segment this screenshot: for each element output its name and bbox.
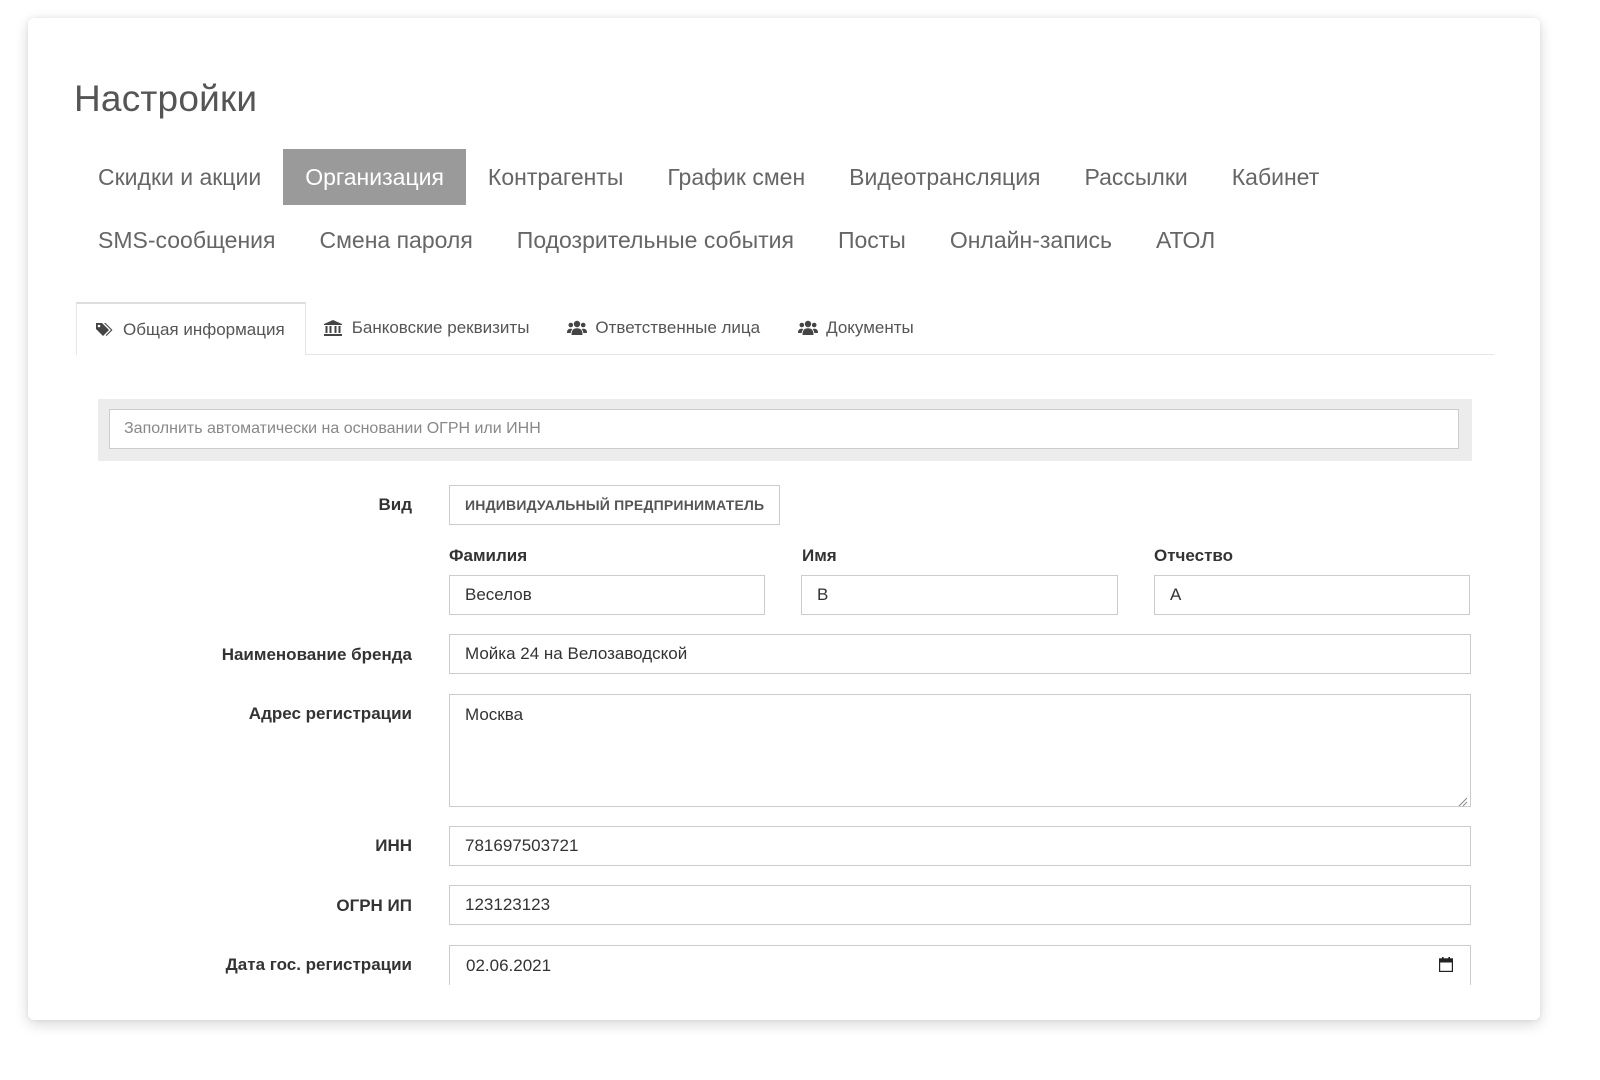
- resize-grip-icon[interactable]: [1458, 797, 1468, 807]
- reg-date-label: Дата гос. регистрации: [225, 955, 412, 974]
- tab-documents-label: Документы: [826, 318, 914, 337]
- ogrn-label: ОГРН ИП: [336, 896, 412, 915]
- organization-subtabs: Общая информация Банковские реквизиты От…: [76, 302, 1494, 355]
- nav-item-video-stream[interactable]: Видеотрансляция: [827, 149, 1062, 205]
- patronymic-field[interactable]: [1154, 575, 1470, 615]
- tab-responsible-persons-label: Ответственные лица: [595, 318, 761, 337]
- nav-item-cabinet[interactable]: Кабинет: [1210, 149, 1341, 205]
- brand-label: Наименование бренда: [221, 645, 412, 664]
- nav-item-posts[interactable]: Посты: [816, 212, 928, 268]
- nav-item-discounts[interactable]: Скидки и акции: [76, 149, 283, 205]
- autofill-panel: [98, 399, 1472, 461]
- tab-general-info[interactable]: Общая информация: [76, 302, 306, 355]
- brand-name-field[interactable]: [449, 634, 1471, 674]
- nav-item-counterparties[interactable]: Контрагенты: [466, 149, 645, 205]
- reg-date-field[interactable]: 02.06.2021: [449, 945, 1471, 985]
- name-field[interactable]: [801, 575, 1118, 615]
- tab-bank-details-label: Банковские реквизиты: [351, 318, 530, 337]
- tab-responsible-persons[interactable]: Ответственные лица: [549, 302, 780, 354]
- autofill-search-input[interactable]: [109, 409, 1459, 449]
- settings-nav-row-2: SMS-сообщения Смена пароля Подозрительны…: [76, 212, 1376, 268]
- nav-item-change-password[interactable]: Смена пароля: [297, 212, 494, 268]
- settings-nav: Скидки и акции Организация Контрагенты Г…: [76, 149, 1376, 275]
- address-label: Адрес регистрации: [248, 704, 412, 723]
- nav-item-suspicious-events[interactable]: Подозрительные события: [495, 212, 816, 268]
- nav-item-sms[interactable]: SMS-сообщения: [76, 212, 297, 268]
- nav-item-mailings[interactable]: Рассылки: [1063, 149, 1210, 205]
- tags-icon: [95, 322, 113, 338]
- ogrn-field[interactable]: [449, 885, 1471, 925]
- users-icon: [798, 320, 819, 336]
- calendar-icon[interactable]: [1439, 957, 1453, 972]
- tab-bank-details[interactable]: Банковские реквизиты: [306, 302, 550, 354]
- reg-date-value[interactable]: 02.06.2021: [449, 945, 1471, 985]
- nav-item-online-booking[interactable]: Онлайн-запись: [928, 212, 1134, 268]
- nav-item-organization[interactable]: Организация: [283, 149, 466, 205]
- nav-item-atol[interactable]: АТОЛ: [1134, 212, 1237, 268]
- surname-field[interactable]: [449, 575, 765, 615]
- surname-label: Фамилия: [449, 546, 528, 565]
- settings-nav-row-1: Скидки и акции Организация Контрагенты Г…: [76, 149, 1376, 205]
- inn-label: ИНН: [375, 836, 412, 855]
- registration-address-field[interactable]: Москва: [449, 694, 1471, 807]
- inn-field[interactable]: [449, 826, 1471, 866]
- page-title: Настройки: [74, 78, 258, 119]
- name-label: Имя: [802, 546, 837, 565]
- tab-documents[interactable]: Документы: [780, 302, 934, 354]
- patronymic-label: Отчество: [1154, 546, 1234, 565]
- users-icon: [567, 320, 588, 336]
- type-label: Вид: [378, 495, 412, 514]
- bank-icon: [323, 320, 342, 336]
- settings-card: Настройки Скидки и акции Организация Кон…: [28, 18, 1540, 1020]
- tab-general-info-label: Общая информация: [123, 319, 285, 339]
- nav-item-shift-schedule[interactable]: График смен: [645, 149, 827, 205]
- entity-type-button[interactable]: Индивидуальный предприниматель: [449, 485, 781, 525]
